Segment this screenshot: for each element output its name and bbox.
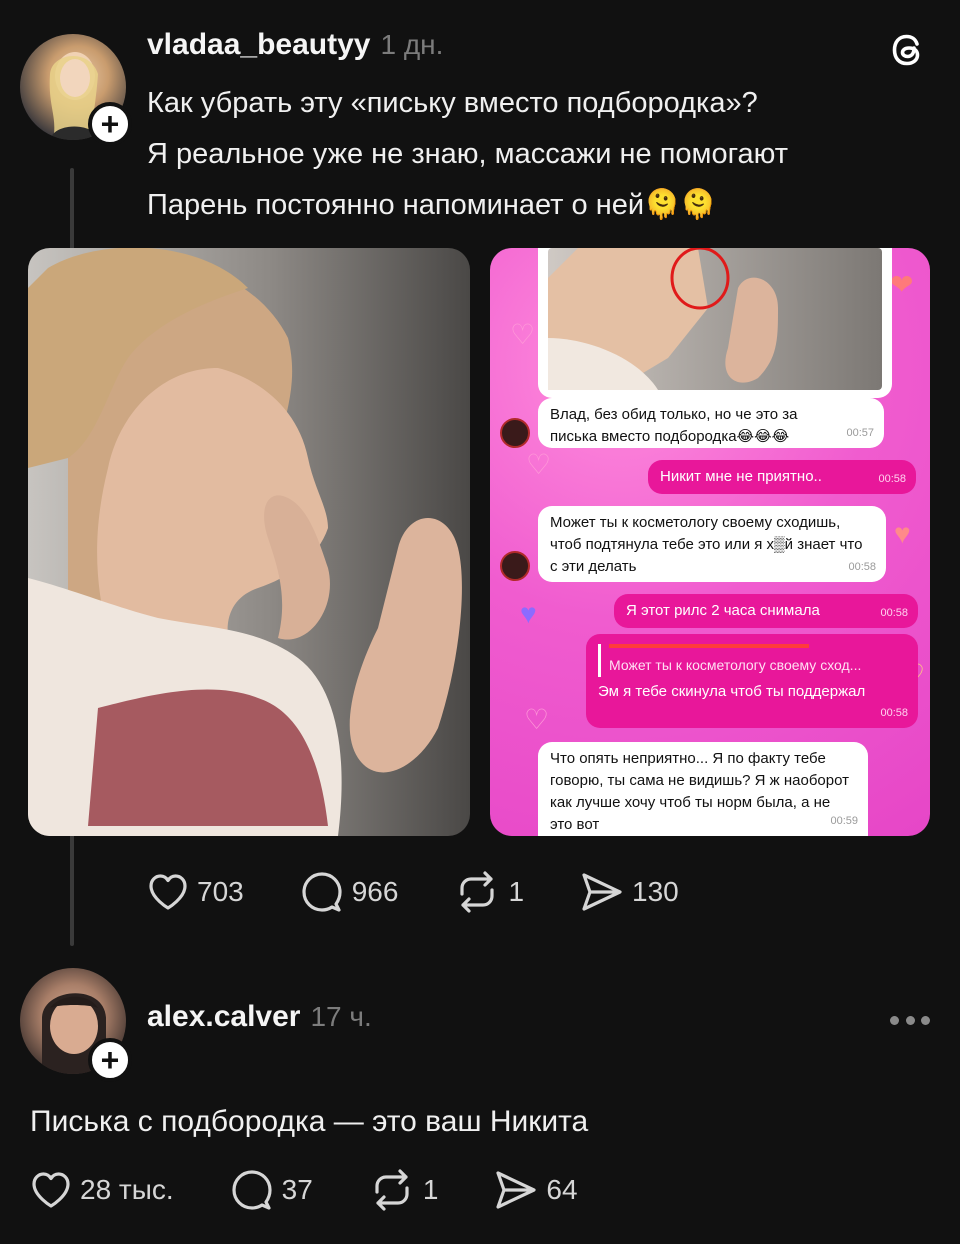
reply-repost-count: 1 [422,1174,439,1205]
reply-repost-button[interactable]: 1 [369,1168,439,1212]
chat-message-text: Влад, без обид только, но че это за пись… [550,406,798,445]
heart-deco-icon: ♡ [526,449,552,480]
repost-icon [375,1169,409,1211]
follow-plus-icon[interactable]: + [88,102,132,146]
post-line-1: Как убрать эту «письку вместо подбородка… [147,87,758,119]
more-dots-icon[interactable] [890,1014,930,1026]
chat-message-time: 00:57 [846,427,874,439]
post-text: Как убрать эту «письку вместо подбородка… [147,78,927,231]
chat-message-in: Может ты к косметологу своему сходишь, ч… [538,506,886,582]
repost-button[interactable]: 1 [454,870,524,914]
heart-deco-icon: ♡ [510,319,536,350]
post-photo[interactable] [28,248,470,836]
comment-bubble-icon [232,1170,272,1210]
chat-message-reply: Может ты к косметологу своему сход... Эм… [586,634,918,728]
contact-avatar [500,418,530,448]
post-actions: 703 966 1 130 [147,870,735,914]
reply-header: alex.calver 17 ч. [147,1000,372,1034]
chat-message-out: Никит мне не приятно.. 00:58 [648,460,916,494]
post-username[interactable]: vladaa_beautyy [147,28,370,62]
post-chat-screenshot[interactable]: ♡ ❤ ♡ ♥ ♥ ♡ ♡ Влад, без обид только, но … [490,248,930,836]
repost-icon [460,871,495,913]
chat-message-text: Что опять неприятно... Я по факту тебе г… [550,750,849,833]
follow-plus-icon[interactable]: + [88,1038,132,1082]
reply-username[interactable]: alex.calver [147,1000,300,1034]
reply-comment-count: 37 [281,1174,313,1205]
chat-message-time: 00:59 [830,815,858,827]
chat-message-text: Эм я тебе скинула чтоб ты поддержал [598,683,866,700]
chat-message-time: 00:58 [880,707,908,719]
heart-deco-icon: ♥ [520,598,537,629]
chat-message-in: Влад, без обид только, но че это за пись… [538,398,884,448]
heart-icon [149,874,187,910]
reply-actions: 28 тыс. 37 1 64 [30,1168,634,1212]
chat-message-out: Я этот рилс 2 часа снимала 00:58 [614,594,918,628]
comment-count: 966 [351,876,399,907]
post-line-3: Парень постоянно напоминает о ней🫠🫠 [147,189,717,221]
reply-text: Писька с подбородка — это ваш Никита [30,1105,589,1138]
post-header: vladaa_beautyy 1 дн. [147,28,443,62]
threads-logo-icon[interactable] [886,28,930,72]
heart-deco-icon: ♡ [524,704,550,735]
chat-message-in: Что опять неприятно... Я по факту тебе г… [538,742,868,836]
share-button[interactable]: 130 [580,871,679,913]
post-line-2: Я реальное уже не знаю, массажи не помог… [147,138,789,170]
chat-reel-preview[interactable] [538,248,892,398]
reply-share-button[interactable]: 64 [494,1169,578,1211]
heart-deco-icon: ♥ [894,518,911,549]
chat-message-text: Я этот рилс 2 часа снимала [626,602,820,619]
send-icon [582,873,622,911]
comment-bubble-icon [302,872,342,912]
chat-message-text: Может ты к косметологу своему сходишь, ч… [550,514,863,575]
comment-button[interactable]: 966 [300,870,399,914]
chat-message-time: 00:58 [880,607,908,619]
share-count: 130 [632,876,679,907]
chat-quote-text: Может ты к косметологу своему сход... [609,657,862,673]
chat-message-text: Никит мне не приятно.. [660,468,822,485]
like-button[interactable]: 703 [147,872,244,912]
reply-time: 17 ч. [310,1001,372,1032]
heart-icon [32,1172,70,1208]
send-icon [496,1171,536,1209]
reply-like-button[interactable]: 28 тыс. [30,1170,174,1210]
contact-avatar [500,551,530,581]
repost-count: 1 [508,876,525,907]
reply-comment-button[interactable]: 37 [230,1168,313,1212]
heart-deco-icon: ❤ [890,269,914,300]
chat-message-time: 00:58 [848,561,876,573]
post-time: 1 дн. [380,29,444,60]
reply-share-count: 64 [546,1174,578,1205]
reply-like-count: 28 тыс. [80,1174,174,1205]
chat-message-time: 00:58 [878,473,906,485]
chat-quote: Может ты к косметологу своему сход... [598,644,906,677]
like-count: 703 [197,876,244,907]
